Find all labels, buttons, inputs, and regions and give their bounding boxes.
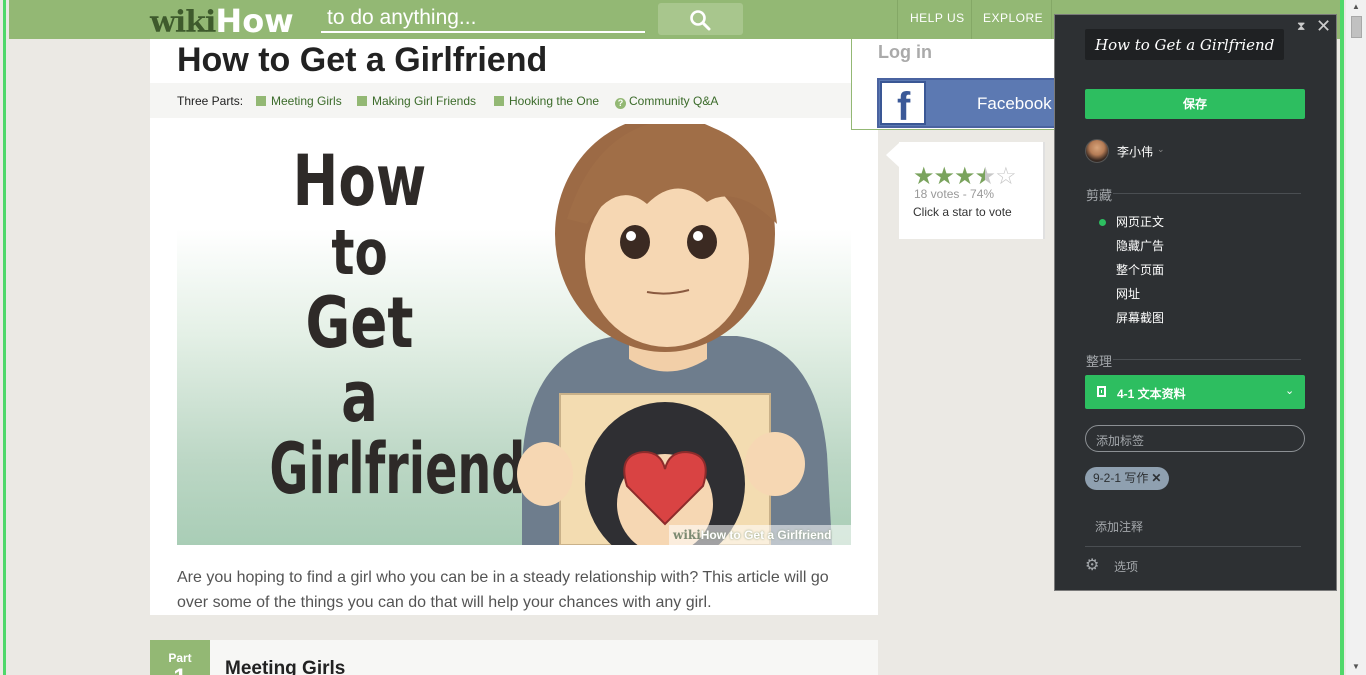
evernote-clipper-panel: ⧗ ✕ How to Get a Girlfriend 保存 李小伟 ⌄ 剪藏 … [1054,14,1337,591]
section-divider [1085,193,1301,194]
part-tab-number: 1 [150,664,210,675]
vote-hint: Click a star to vote [913,205,1012,219]
window-frame-left [0,0,6,675]
page-title: How to Get a Girlfriend [177,41,548,79]
tag-chip[interactable]: 9-2-1 写作 ✕ [1085,467,1170,490]
hero-illustration[interactable]: How to Get a Girlfriend wikiHow to Get a… [177,124,851,545]
facebook-login-button[interactable]: f Facebook [877,78,1058,129]
half-star-icon[interactable]: ★ [975,163,996,190]
part-link-making-girl-friends[interactable]: Making Girl Friends [357,94,476,108]
rating-widget: ★★★★☆ 18 votes - 74% Click a star to vot… [899,142,1045,239]
clip-option-bookmark[interactable]: 网址 [1116,285,1140,302]
window-frame-right [1340,0,1344,675]
avatar[interactable] [1085,139,1109,163]
tag-placeholder: 添加标签 [1096,434,1145,448]
note-title-field[interactable]: How to Get a Girlfriend [1085,29,1284,60]
clip-option-simplified[interactable]: 隐藏广告 [1116,237,1164,254]
user-name[interactable]: 李小伟 [1117,143,1153,160]
part-tab-label: Part [168,651,192,665]
gear-icon[interactable]: ⚙ [1085,555,1099,575]
search-button[interactable] [658,3,743,35]
chevron-down-icon[interactable]: ⌄ [1157,144,1165,155]
scroll-up-arrow-icon[interactable]: ▲ [1346,0,1366,14]
rating-pointer [886,143,899,167]
watermark-text: How to Get a Girlfriend [700,528,832,542]
scroll-thumb[interactable] [1351,16,1362,38]
parts-label: Three Parts: [177,94,244,108]
logo-how-text: How [215,2,294,40]
scroll-down-arrow-icon[interactable]: ▼ [1346,660,1366,674]
star-icon[interactable]: ★ [913,163,934,190]
star-icon[interactable]: ★ [934,163,955,190]
boy-with-picture-illustration [517,124,832,545]
empty-star-icon[interactable]: ☆ [995,163,1016,190]
facebook-label: Facebook [977,94,1052,113]
section-divider [1085,546,1301,547]
watermark-wiki: wiki [673,528,701,542]
vote-count: 18 votes - 74% [914,187,995,201]
login-title: Log in [878,42,932,62]
tag-input[interactable]: 添加标签 [1085,425,1305,452]
vertical-scrollbar[interactable]: ▲ ▼ [1346,0,1366,675]
qa-label: Community Q&A [629,94,719,108]
nav-divider [971,0,972,39]
chevron-down-icon: ⌄ [1285,385,1295,397]
facebook-icon: f [880,81,926,129]
save-button[interactable]: 保存 [1085,89,1305,119]
tag-label: 9-2-1 写作 [1093,471,1149,485]
nav-help-us[interactable]: HELP US [910,11,965,25]
clip-option-screenshot[interactable]: 屏幕截图 [1116,309,1164,326]
part-link-label: Making Girl Friends [372,94,477,108]
options-link[interactable]: 选项 [1114,558,1138,575]
part-number-tab: Part 1 [150,640,210,675]
part-link-label: Meeting Girls [271,94,342,108]
collapse-icon[interactable]: ⧗ [1297,19,1305,34]
parts-bar: Three Parts: Meeting Girls Making Girl F… [150,83,878,118]
clip-section-label: 剪藏 [1085,185,1114,204]
part-link-label: Hooking the One [509,94,600,108]
article-card: How to Get a Girlfriend Three Parts: Mee… [150,39,878,615]
wikihow-logo[interactable]: wikiHow [150,2,294,40]
remove-tag-icon[interactable]: ✕ [1151,471,1161,485]
clip-option-article[interactable]: 网页正文 [1116,213,1164,230]
nav-divider [897,0,898,39]
part-one-card: Part 1 Meeting Girls [150,640,878,675]
notebook-label: 4-1 文本资料 [1117,387,1186,401]
section-divider [1085,359,1301,360]
intro-paragraph: Are you hoping to find a girl who you ca… [177,569,829,611]
question-icon: ? [615,98,626,109]
star-icon[interactable]: ★ [954,163,975,190]
part-square-icon [256,96,266,106]
hero-watermark: wikiHow to Get a Girlfriend [669,525,851,545]
part-square-icon [357,96,367,106]
nav-explore[interactable]: EXPLORE [983,11,1043,25]
search-input[interactable] [321,4,645,33]
logo-wiki-text: wiki [150,5,216,40]
note-title-text: How to Get a Girlfriend [1095,36,1275,54]
part-link-hooking-the-one[interactable]: Hooking the One [494,94,599,108]
close-icon[interactable]: ✕ [1316,16,1331,37]
part-square-icon [494,96,504,106]
note-comment-field[interactable]: 添加注释 [1095,518,1143,535]
search-icon [690,10,711,31]
clip-option-full-page[interactable]: 整个页面 [1116,261,1164,278]
community-qa-link[interactable]: ? Community Q&A [615,94,718,109]
part-title: Meeting Girls [225,658,346,675]
organize-section-label: 整理 [1085,351,1114,370]
selected-dot-icon [1099,219,1106,226]
notebook-icon [1097,386,1106,397]
notebook-select[interactable]: 4-1 文本资料 ⌄ [1085,375,1305,409]
login-dropdown: Log in f Facebook [851,39,1058,130]
nav-divider [1051,0,1052,39]
part-link-meeting-girls[interactable]: Meeting Girls [256,94,342,108]
